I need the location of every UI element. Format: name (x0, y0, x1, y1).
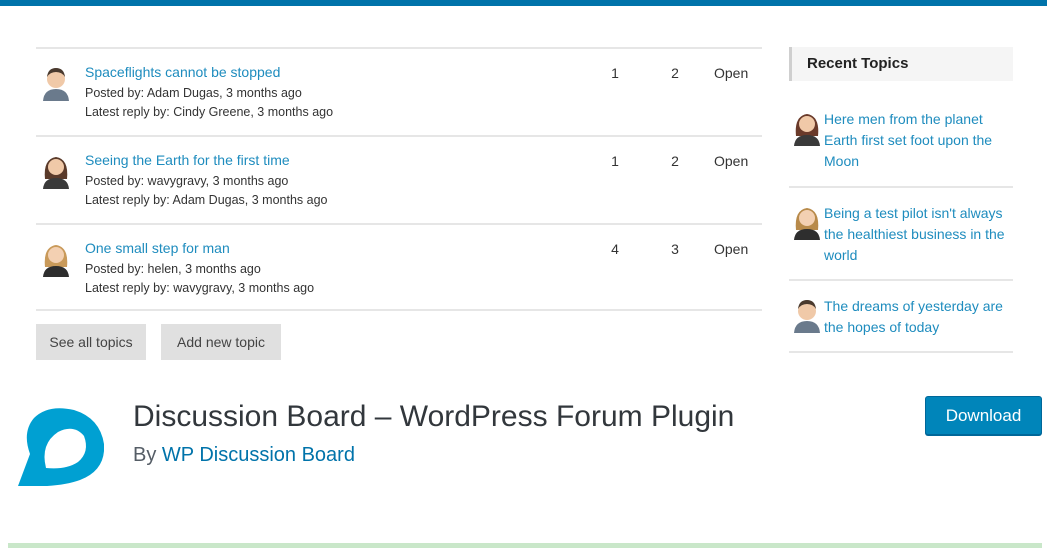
list-item: The dreams of yesterday are the hopes of… (789, 281, 1013, 353)
table-row: Spaceflights cannot be stopped Posted by… (36, 47, 762, 135)
recent-topics-heading: Recent Topics (789, 47, 1013, 81)
recent-topic-link[interactable]: Being a test pilot isn't always the heal… (824, 203, 1009, 266)
topic-title-link[interactable]: One small step for man (85, 240, 230, 256)
topic-latest-reply: Latest reply by: Adam Dugas, 3 months ag… (85, 193, 328, 207)
topic-posted-by: Posted by: helen, 3 months ago (85, 262, 261, 276)
plugin-author-link[interactable]: WP Discussion Board (162, 444, 355, 466)
topic-title-link[interactable]: Seeing the Earth for the first time (85, 152, 290, 168)
topic-latest-reply: Latest reply by: Cindy Greene, 3 months … (85, 105, 334, 119)
female-avatar-icon (43, 157, 69, 189)
discussion-board-logo-icon (18, 408, 104, 486)
topic-title-link[interactable]: Spaceflights cannot be stopped (85, 64, 280, 80)
male-avatar-icon (794, 300, 820, 333)
add-new-topic-button[interactable]: Add new topic (161, 324, 281, 360)
male-avatar-icon (43, 68, 69, 101)
plugin-byline: By WP Discussion Board (133, 444, 355, 467)
topic-posted-by: Posted by: Adam Dugas, 3 months ago (85, 86, 302, 100)
topic-count-1: 1 (611, 153, 619, 169)
topic-count-1: 1 (611, 65, 619, 81)
recent-topic-link[interactable]: Here men from the planet Earth first set… (824, 109, 1009, 172)
female-avatar-icon (43, 245, 69, 277)
plugin-title: Discussion Board – WordPress Forum Plugi… (133, 400, 735, 433)
recent-topics-sidebar: Recent Topics Here men from the planet E… (789, 47, 1013, 353)
download-button[interactable]: Download (925, 396, 1042, 435)
female-avatar-icon (794, 208, 820, 240)
list-item: Here men from the planet Earth first set… (789, 107, 1013, 188)
topic-status: Open (714, 65, 749, 81)
topic-count-1: 4 (611, 241, 619, 257)
topics-table: Spaceflights cannot be stopped Posted by… (36, 47, 762, 311)
recent-topic-link[interactable]: The dreams of yesterday are the hopes of… (824, 296, 1009, 338)
topic-status: Open (714, 153, 749, 169)
plugin-banner: Spaceflights cannot be stopped Posted by… (0, 6, 1047, 374)
female-avatar-icon (794, 114, 820, 146)
byline-prefix: By (133, 444, 162, 466)
table-row: One small step for man Posted by: helen,… (36, 223, 762, 311)
topic-count-2: 2 (671, 65, 679, 81)
list-item: Being a test pilot isn't always the heal… (789, 188, 1013, 281)
topic-count-2: 2 (671, 153, 679, 169)
topic-posted-by: Posted by: wavygravy, 3 months ago (85, 174, 289, 188)
topic-latest-reply: Latest reply by: wavygravy, 3 months ago (85, 281, 315, 295)
topic-status: Open (714, 241, 749, 257)
see-all-topics-button[interactable]: See all topics (36, 324, 146, 360)
topic-count-2: 3 (671, 241, 679, 257)
notice-bar (8, 543, 1042, 548)
table-row: Seeing the Earth for the first time Post… (36, 135, 762, 223)
